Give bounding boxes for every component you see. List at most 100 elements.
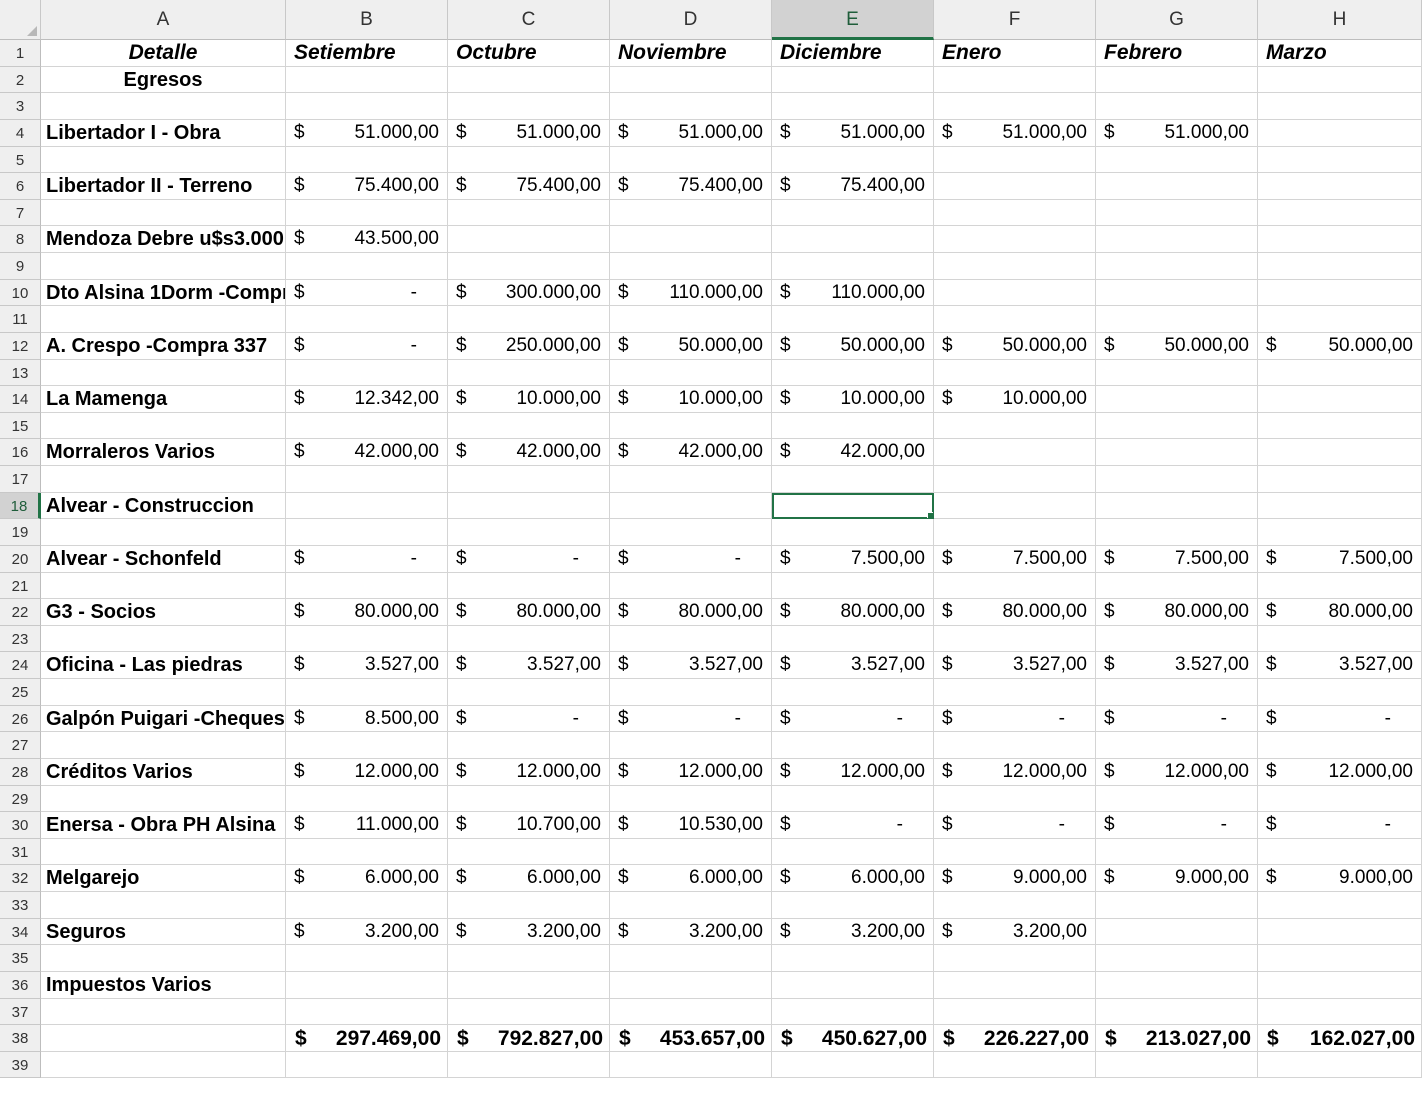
cell-a34[interactable]: Seguros: [41, 918, 286, 946]
cell-b24[interactable]: $3.527,00: [286, 652, 448, 679]
cell-h37[interactable]: [1258, 998, 1422, 1026]
row-header-20[interactable]: 20: [0, 545, 41, 573]
cell-g1[interactable]: Febrero: [1096, 40, 1258, 67]
cell-h25[interactable]: [1258, 679, 1422, 706]
cell-a25[interactable]: [41, 679, 286, 706]
cell-a15[interactable]: [41, 412, 286, 440]
cell-b12[interactable]: $ -: [286, 332, 448, 360]
cell-a8[interactable]: Mendoza Debre u$s3.000: [41, 226, 286, 253]
cell-d32[interactable]: $6.000,00: [610, 865, 772, 892]
row-header-13[interactable]: 13: [0, 359, 41, 387]
cell-a21[interactable]: [41, 572, 286, 600]
cell-f34[interactable]: $3.200,00: [934, 918, 1096, 946]
cell-h33[interactable]: [1258, 892, 1422, 919]
cell-g7[interactable]: [1096, 199, 1258, 227]
cell-b33[interactable]: [286, 892, 448, 919]
cell-h20[interactable]: $7.500,00: [1258, 545, 1422, 573]
cell-a7[interactable]: [41, 199, 286, 227]
cell-c12[interactable]: $250.000,00: [448, 332, 610, 360]
cell-e21[interactable]: [772, 572, 934, 600]
cell-f30[interactable]: $ -: [934, 812, 1096, 839]
cell-f9[interactable]: [934, 253, 1096, 280]
cell-a16[interactable]: Morraleros Varios: [41, 439, 286, 466]
cell-e22[interactable]: $80.000,00: [772, 599, 934, 626]
cell-f2[interactable]: [934, 66, 1096, 94]
cell-d1[interactable]: Noviembre: [610, 40, 772, 67]
cell-h6[interactable]: [1258, 173, 1422, 200]
cell-b13[interactable]: [286, 359, 448, 387]
cell-h18[interactable]: [1258, 492, 1422, 520]
cell-h30[interactable]: $ -: [1258, 812, 1422, 839]
cell-f10[interactable]: [934, 279, 1096, 307]
cell-a24[interactable]: Oficina - Las piedras: [41, 652, 286, 679]
cell-g22[interactable]: $80.000,00: [1096, 599, 1258, 626]
cell-e4[interactable]: $51.000,00: [772, 119, 934, 147]
row-header-31[interactable]: 31: [0, 838, 41, 866]
cell-a32[interactable]: Melgarejo: [41, 865, 286, 892]
cell-g36[interactable]: [1096, 971, 1258, 999]
cell-c8[interactable]: [448, 226, 610, 253]
row-header-3[interactable]: 3: [0, 93, 41, 120]
cell-b32[interactable]: $6.000,00: [286, 865, 448, 892]
cell-b37[interactable]: [286, 998, 448, 1026]
cell-b15[interactable]: [286, 412, 448, 440]
cell-e27[interactable]: [772, 732, 934, 759]
cell-g31[interactable]: [1096, 838, 1258, 866]
cell-c25[interactable]: [448, 679, 610, 706]
cell-b17[interactable]: [286, 466, 448, 493]
row-header-4[interactable]: 4: [0, 119, 41, 147]
cell-d28[interactable]: $12.000,00: [610, 758, 772, 786]
cell-f38[interactable]: $226.227,00: [934, 1025, 1096, 1052]
row-header-11[interactable]: 11: [0, 306, 41, 333]
cell-d38[interactable]: $453.657,00: [610, 1025, 772, 1052]
cell-d17[interactable]: [610, 466, 772, 493]
row-header-9[interactable]: 9: [0, 253, 41, 280]
cell-a35[interactable]: [41, 945, 286, 972]
cell-e31[interactable]: [772, 838, 934, 866]
row-header-30[interactable]: 30: [0, 812, 41, 839]
cell-d21[interactable]: [610, 572, 772, 600]
cell-h24[interactable]: $3.527,00: [1258, 652, 1422, 679]
cell-h2[interactable]: [1258, 66, 1422, 94]
row-header-1[interactable]: 1: [0, 40, 41, 67]
cell-c38[interactable]: $792.827,00: [448, 1025, 610, 1052]
cell-d3[interactable]: [610, 93, 772, 120]
cell-c14[interactable]: $10.000,00: [448, 386, 610, 413]
cell-e15[interactable]: [772, 412, 934, 440]
cell-a37[interactable]: [41, 998, 286, 1026]
cell-a39[interactable]: [41, 1051, 286, 1079]
cell-e26[interactable]: $ -: [772, 705, 934, 733]
row-header-24[interactable]: 24: [0, 652, 41, 679]
cell-d19[interactable]: [610, 519, 772, 546]
cell-g20[interactable]: $7.500,00: [1096, 545, 1258, 573]
cell-b14[interactable]: $12.342,00: [286, 386, 448, 413]
row-header-39[interactable]: 39: [0, 1051, 41, 1079]
cell-c35[interactable]: [448, 945, 610, 972]
cell-b27[interactable]: [286, 732, 448, 759]
row-header-26[interactable]: 26: [0, 705, 41, 733]
cell-e11[interactable]: [772, 306, 934, 333]
cell-d35[interactable]: [610, 945, 772, 972]
cell-g39[interactable]: [1096, 1051, 1258, 1079]
cell-f16[interactable]: [934, 439, 1096, 466]
cell-f3[interactable]: [934, 93, 1096, 120]
cell-d15[interactable]: [610, 412, 772, 440]
cell-c16[interactable]: $42.000,00: [448, 439, 610, 466]
cell-h35[interactable]: [1258, 945, 1422, 972]
cell-h7[interactable]: [1258, 199, 1422, 227]
cell-e35[interactable]: [772, 945, 934, 972]
row-header-10[interactable]: 10: [0, 279, 41, 307]
cell-b38[interactable]: $297.469,00: [286, 1025, 448, 1052]
cell-g29[interactable]: [1096, 785, 1258, 813]
cell-g32[interactable]: $9.000,00: [1096, 865, 1258, 892]
cell-h36[interactable]: [1258, 971, 1422, 999]
cell-b21[interactable]: [286, 572, 448, 600]
row-header-18[interactable]: 18: [0, 492, 41, 520]
cell-e9[interactable]: [772, 253, 934, 280]
cell-g16[interactable]: [1096, 439, 1258, 466]
cell-h5[interactable]: [1258, 146, 1422, 174]
cell-g26[interactable]: $ -: [1096, 705, 1258, 733]
row-header-25[interactable]: 25: [0, 679, 41, 706]
cell-e6[interactable]: $75.400,00: [772, 173, 934, 200]
cell-g30[interactable]: $ -: [1096, 812, 1258, 839]
